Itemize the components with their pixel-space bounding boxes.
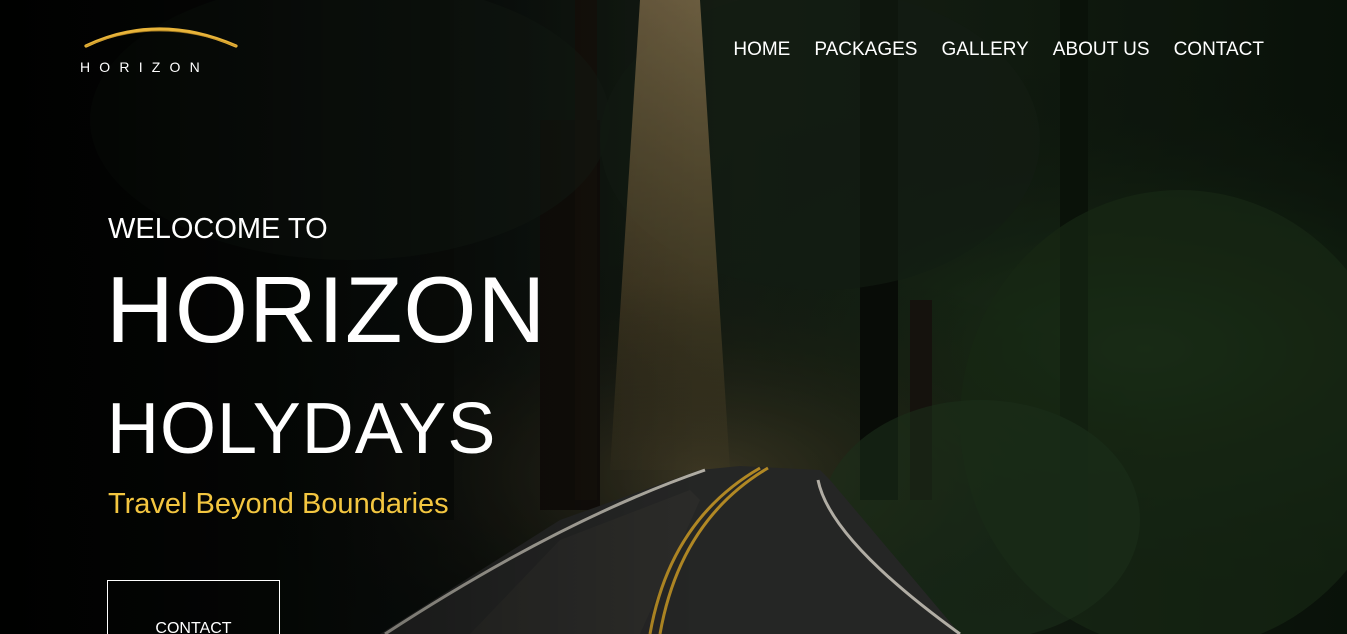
nav-item-gallery[interactable]: GALLERY [941, 39, 1028, 61]
nav-item-packages[interactable]: PACKAGES [814, 39, 917, 61]
hero-title-line-2: HOLYDAYS [107, 389, 497, 469]
main-navigation: HOME PACKAGES GALLERY ABOUT US CONTACT [733, 39, 1264, 61]
horizon-logo[interactable]: HORIZON [78, 18, 248, 78]
hero-tagline: Travel Beyond Boundaries [108, 488, 449, 520]
sunrise-arc-icon [84, 27, 238, 48]
logo-wordmark: HORIZON [80, 59, 209, 75]
hero-title-line-1: HORIZON [106, 257, 547, 362]
nav-item-contact[interactable]: CONTACT [1174, 39, 1264, 61]
site-header: HORIZON HOME PACKAGES GALLERY ABOUT US C… [0, 0, 1347, 90]
hero-welcome-text: WELOCOME TO [108, 213, 328, 245]
contact-button[interactable]: CONTACT [107, 580, 280, 634]
hero-section: HORIZON HOME PACKAGES GALLERY ABOUT US C… [0, 0, 1347, 634]
nav-item-home[interactable]: HOME [733, 39, 790, 61]
nav-item-about-us[interactable]: ABOUT US [1053, 39, 1150, 61]
